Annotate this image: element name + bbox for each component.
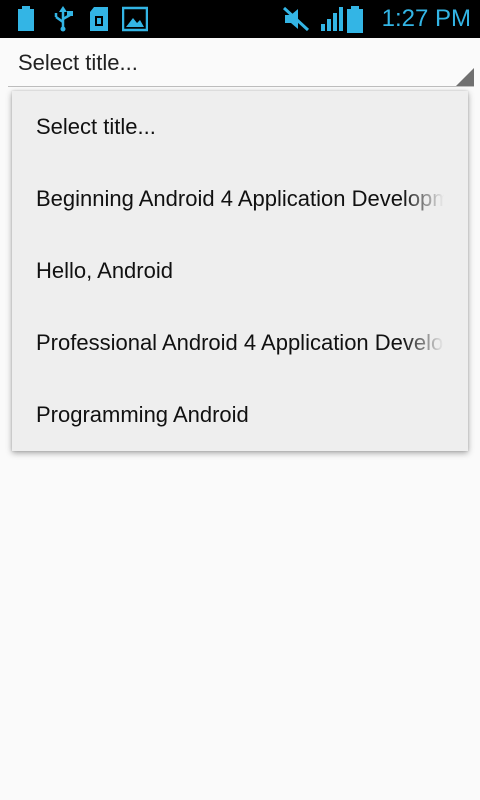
mute-icon: [282, 6, 310, 37]
spinner-selected-value: Select title...: [18, 50, 138, 75]
dropdown-item[interactable]: Programming Android: [12, 379, 468, 451]
signal-icon: [320, 6, 346, 37]
dropdown-item[interactable]: Beginning Android 4 Application Developm…: [12, 163, 468, 235]
dropdown-item[interactable]: Hello, Android: [12, 235, 468, 307]
status-bar: 1:27 PM: [0, 0, 480, 38]
dropdown-item-label: Professional Android 4 Application Devel…: [36, 330, 444, 355]
dropdown-item-label: Hello, Android: [36, 258, 173, 283]
title-spinner[interactable]: Select title...: [8, 38, 474, 87]
dropdown-item[interactable]: Professional Android 4 Application Devel…: [12, 307, 468, 379]
battery-icon: [346, 6, 364, 39]
gallery-icon: [121, 6, 149, 37]
app-content: Select title... Select title... Beginnin…: [0, 38, 480, 800]
dropdown-item-label: Select title...: [36, 114, 156, 139]
usb-icon: [52, 6, 74, 37]
dropdown-item-label: Beginning Android 4 Application Developm…: [36, 186, 444, 211]
dropdown-item-label: Programming Android: [36, 402, 249, 427]
battery-notification-icon: [17, 6, 35, 37]
sd-card-icon: [89, 6, 109, 37]
dropdown-item[interactable]: Select title...: [12, 91, 468, 163]
spinner-dropdown: Select title... Beginning Android 4 Appl…: [12, 91, 468, 451]
clock: 1:27 PM: [381, 5, 471, 32]
spinner-arrow-icon: [456, 68, 474, 86]
